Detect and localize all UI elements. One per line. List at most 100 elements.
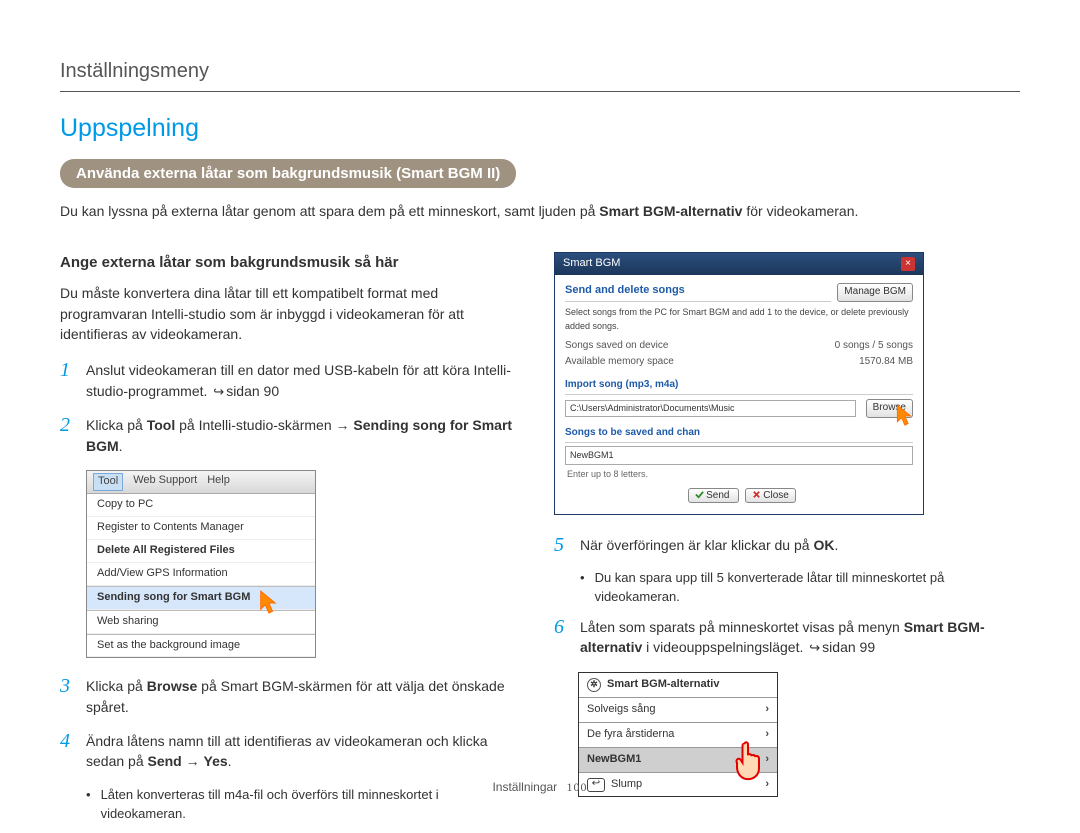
- cursor-icon: [894, 403, 914, 435]
- websupport-menu-label: Web Support: [133, 473, 197, 491]
- limit-text: Enter up to 8 letters.: [567, 468, 913, 481]
- intro-bold: Smart BGM-alternativ: [599, 203, 742, 219]
- page-number: 100: [567, 780, 588, 795]
- step-1: 1 Anslut videokameran till en dator med …: [60, 360, 526, 401]
- intro-text-1: Du kan lyssna på externa låtar genom att…: [60, 203, 599, 219]
- step5-boldmb: OK: [813, 537, 834, 553]
- memory-value: 1570.84 MB: [859, 355, 913, 370]
- intro-paragraph: Du kan lyssna på externa låtar genom att…: [60, 202, 1020, 222]
- import-path-field: C:\Users\Administrator\Documents\Music: [565, 400, 856, 417]
- bgm-item-2-label: De fyra årstiderna: [587, 727, 674, 743]
- close-button-label: Close: [763, 490, 789, 501]
- step-number-5: 5: [554, 535, 570, 555]
- menu-item-register: Register to Contents Manager: [87, 517, 315, 540]
- step-6: 6 Låten som sparats på minneskortet visa…: [554, 617, 1020, 658]
- left-column: Ange externa låtar som bakgrundsmusik så…: [60, 252, 526, 833]
- menu-item-copy: Copy to PC: [87, 494, 315, 517]
- bullet-icon: [580, 569, 587, 607]
- step2-bold-tool: Tool: [147, 417, 176, 433]
- footer-label: Inställningar: [492, 780, 557, 794]
- step4-bold-yes: Yes: [204, 753, 228, 769]
- breadcrumb: Inställningsmeny: [60, 60, 1020, 83]
- menu-item-set-bg: Set as the background image: [87, 634, 315, 658]
- check-icon: [695, 490, 704, 499]
- manage-bgm-button: Manage BGM: [837, 283, 913, 302]
- step6-ref: sidan 99: [822, 639, 875, 655]
- chevron-right-icon: ›: [765, 702, 769, 718]
- song-name-value: NewBGM1: [570, 449, 614, 462]
- bgm-item-3-label: NewBGM1: [587, 752, 641, 768]
- bgm-alternativ-panel: ✲ Smart BGM-alternativ Solveigs sång › D…: [578, 672, 778, 798]
- step4-end: .: [228, 753, 232, 769]
- step2-text-a: Klicka på: [86, 417, 147, 433]
- step4-bold-send: Send: [148, 753, 182, 769]
- step-4: 4 Ändra låtens namn till att identifiera…: [60, 731, 526, 772]
- memory-label: Available memory space: [565, 355, 674, 370]
- dialog-title: Smart BGM: [563, 256, 620, 272]
- subheading: Ange externa låtar som bakgrundsmusik så…: [60, 252, 526, 274]
- help-menu-label: Help: [207, 473, 230, 491]
- bgm-panel-title: Smart BGM-alternativ: [607, 677, 719, 693]
- step3-bold-browse: Browse: [147, 678, 198, 694]
- page-ref-icon: [807, 639, 822, 655]
- step-number-3: 3: [60, 676, 76, 717]
- dialog-desc: Select songs from the PC for Smart BGM a…: [565, 306, 913, 332]
- songs-to-save-label: Songs to be saved and chan: [565, 426, 913, 444]
- x-icon: [752, 490, 761, 499]
- topic-pill: Använda externa låtar som bakgrundsmusik…: [60, 159, 516, 188]
- close-button: Close: [745, 488, 796, 503]
- send-button: Send: [688, 488, 739, 503]
- song-name-row: NewBGM1: [565, 446, 913, 465]
- step2-text-c: .: [119, 438, 123, 454]
- bgm-panel-header: ✲ Smart BGM-alternativ: [579, 673, 777, 698]
- smart-bgm-dialog: Smart BGM × Send and delete songs Manage…: [554, 252, 924, 515]
- menu-item-gps: Add/View GPS Information: [87, 563, 315, 586]
- menu-item-sending-song: Sending song for Smart BGM: [87, 586, 315, 610]
- cursor-icon: [257, 589, 279, 623]
- step-3: 3 Klicka på Browse på Smart BGM-skärmen …: [60, 676, 526, 717]
- tool-menu-screenshot: Tool Web Support Help Copy to PC Registe…: [86, 470, 316, 659]
- step-2: 2 Klicka på Tool på Intelli-studio-skärm…: [60, 415, 526, 456]
- step-number-4: 4: [60, 731, 76, 772]
- songs-saved-value: 0 songs / 5 songs: [835, 339, 913, 354]
- browse-button: Browse: [866, 399, 913, 418]
- step5-a: När överföringen är klar klickar du på: [580, 537, 813, 553]
- close-icon: ×: [901, 257, 915, 271]
- bgm-item-1-label: Solveigs sång: [587, 702, 656, 718]
- gear-icon: ✲: [587, 678, 601, 692]
- step6-a: Låten som sparats på minneskortet visas …: [580, 619, 904, 635]
- songs-saved-label: Songs saved on device: [565, 339, 668, 354]
- step5-bullet-text: Du kan spara upp till 5 konverterade låt…: [595, 569, 1020, 607]
- touch-hand-icon: [729, 737, 767, 787]
- send-delete-label: Send and delete songs: [565, 283, 831, 303]
- step6-mid: i videouppspelningsläget.: [642, 639, 807, 655]
- page-footer: Inställningar 100: [0, 780, 1080, 795]
- tool-menu-label: Tool: [93, 473, 123, 491]
- section-title: Uppspelning: [60, 114, 1020, 143]
- step1-text: Anslut videokameran till en dator med US…: [86, 362, 511, 398]
- step4-a: Ändra låtens namn till att identifieras …: [86, 733, 488, 769]
- step5-bullet: Du kan spara upp till 5 konverterade låt…: [580, 569, 1020, 607]
- import-song-label: Import song (mp3, m4a): [565, 378, 913, 396]
- step1-ref: sidan 90: [226, 383, 279, 399]
- send-button-label: Send: [706, 490, 729, 501]
- step-number-1: 1: [60, 360, 76, 401]
- dialog-titlebar: Smart BGM ×: [555, 253, 923, 275]
- step-number-2: 2: [60, 415, 76, 456]
- step-5: 5 När överföringen är klar klickar du på…: [554, 535, 1020, 555]
- intro-para-2: Du måste konvertera dina låtar till ett …: [60, 283, 526, 344]
- menu-item-websharing: Web sharing: [87, 610, 315, 634]
- step4-mid: →: [182, 753, 204, 769]
- menu-item-sending-song-label: Sending song for Smart BGM: [97, 591, 250, 603]
- step2-text-b: på Intelli-studio-skärmen →: [175, 417, 353, 433]
- intro-text-2: för videokameran.: [742, 203, 858, 219]
- tool-menubar: Tool Web Support Help: [87, 471, 315, 494]
- horizontal-rule: [60, 91, 1020, 92]
- step-number-6: 6: [554, 617, 570, 658]
- step3-a: Klicka på: [86, 678, 147, 694]
- step5-end: .: [834, 537, 838, 553]
- page-ref-icon: [211, 383, 226, 399]
- bgm-item-1: Solveigs sång ›: [579, 698, 777, 723]
- right-column: Smart BGM × Send and delete songs Manage…: [554, 252, 1020, 833]
- menu-item-delete-all: Delete All Registered Files: [87, 540, 315, 563]
